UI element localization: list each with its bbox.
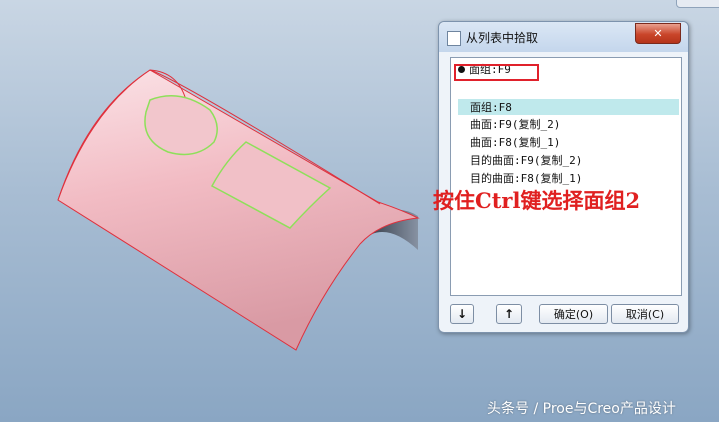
list-item[interactable]: 目的曲面:F9(复制_2) [458,152,679,168]
list-item-label: 曲面:F9(复制_2) [470,118,561,131]
list-item-label: 曲面:F8(复制_1) [470,136,561,149]
item-list[interactable]: 面组:F9 面组:F8 曲面:F9(复制_2) 曲面:F8(复制_1) 目的曲面… [450,57,682,296]
window-icon [447,31,461,46]
dialog-titlebar[interactable]: 从列表中拾取 ✕ [439,22,688,52]
pick-from-list-dialog: 从列表中拾取 ✕ 面组:F9 面组:F8 曲面:F9(复制_2) 曲面:F8(复… [438,21,689,333]
move-up-button[interactable]: ↑ [496,304,522,324]
ok-button[interactable]: 确定(O) [539,304,608,324]
window-corner-fragment [676,0,719,8]
arrow-up-icon: ↑ [503,307,515,321]
cancel-button-label: 取消(C) [625,308,665,321]
list-item[interactable]: 曲面:F9(复制_2) [458,116,679,132]
outer-surface[interactable] [57,69,420,351]
close-button[interactable]: ✕ [635,23,681,44]
list-item[interactable]: 曲面:F8(复制_1) [458,134,679,150]
ok-button-label: 确定(O) [553,308,594,321]
dialog-title: 从列表中拾取 [466,31,539,45]
list-item[interactable]: 面组:F8 [458,99,679,115]
watermark: 头条号 / Proe与Creo产品设计 [487,401,676,417]
close-icon: ✕ [653,27,663,40]
arrow-down-icon: ↓ [456,307,468,321]
instruction-annotation: 按住Ctrl键选择面组2 [433,188,641,213]
selection-highlight-box [454,64,539,81]
move-down-button[interactable]: ↓ [450,304,474,324]
cancel-button[interactable]: 取消(C) [611,304,679,324]
list-item-label: 面组:F8 [470,101,512,114]
list-item-label: 目的曲面:F9(复制_2) [470,154,583,167]
